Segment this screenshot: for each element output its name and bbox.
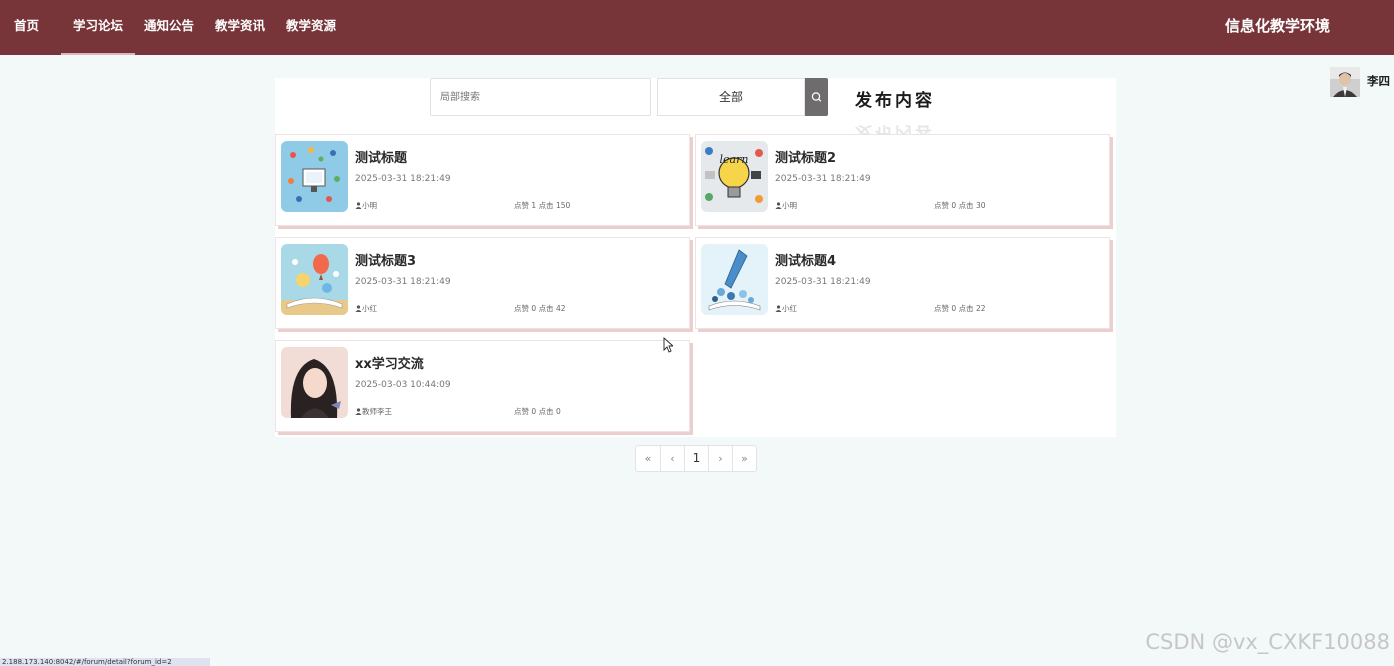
post-date: 2025-03-31 18:21:49 bbox=[775, 277, 871, 287]
search-button[interactable] bbox=[805, 78, 828, 116]
post-author-name: 小红 bbox=[362, 304, 377, 313]
page-last-button[interactable]: » bbox=[732, 446, 756, 471]
post-thumbnail bbox=[281, 347, 348, 418]
page-first-button[interactable]: « bbox=[636, 446, 660, 471]
user-icon bbox=[355, 305, 362, 312]
post-thumbnail bbox=[281, 141, 348, 212]
post-title[interactable]: xx学习交流 bbox=[355, 353, 424, 372]
clicks-label: 点击 bbox=[958, 304, 974, 313]
nav-item-notices[interactable]: 通知公告 bbox=[144, 0, 194, 55]
nav-item-news[interactable]: 教学资讯 bbox=[215, 0, 265, 55]
post-stats: 点赞 0 点击 0 bbox=[514, 406, 561, 417]
nav-item-forum[interactable]: 学习论坛 bbox=[60, 0, 136, 55]
likes-count: 0 bbox=[951, 304, 957, 313]
post-title[interactable]: 测试标题 bbox=[355, 147, 407, 166]
mouse-cursor-icon bbox=[663, 337, 673, 353]
likes-label: 点赞 bbox=[934, 201, 949, 210]
post-date: 2025-03-31 18:21:49 bbox=[355, 277, 451, 287]
clicks-count: 0 bbox=[555, 407, 561, 416]
post-card[interactable]: 测试标题3 2025-03-31 18:21:49 小红 点赞 0 点击 42 bbox=[275, 237, 690, 329]
post-stats: 点赞 1 点击 150 bbox=[514, 200, 570, 211]
page-number-button[interactable]: 1 bbox=[684, 446, 708, 471]
user-icon bbox=[775, 202, 782, 209]
user-name[interactable]: 李四 bbox=[1367, 73, 1390, 89]
user-menu[interactable]: 李四 bbox=[1330, 67, 1394, 97]
post-thumbnail bbox=[281, 244, 348, 315]
top-nav: 首页 学习论坛 通知公告 教学资讯 教学资源 信息化教学环境 bbox=[0, 0, 1394, 55]
post-card[interactable]: xx学习交流 2025-03-03 10:44:09 教师李王 点赞 0 点击 … bbox=[275, 340, 690, 432]
likes-count: 0 bbox=[951, 201, 957, 210]
clicks-label: 点击 bbox=[538, 407, 554, 416]
post-author: 小红 bbox=[775, 303, 797, 314]
post-card[interactable]: 测试标题 2025-03-31 18:21:49 小明 点赞 1 点击 150 bbox=[275, 134, 690, 226]
post-thumbnail: learn bbox=[701, 141, 768, 212]
forum-panel: 全部 发布内容 发布内容 测试标题 2025-03-31 18:21:49 小明 bbox=[275, 78, 1116, 437]
likes-label: 点赞 bbox=[514, 407, 529, 416]
post-stats: 点赞 0 点击 42 bbox=[514, 303, 566, 314]
nav-item-home[interactable]: 首页 bbox=[14, 0, 39, 55]
publish-button[interactable]: 发布内容 bbox=[855, 86, 935, 111]
post-author: 小红 bbox=[355, 303, 377, 314]
post-stats: 点赞 0 点击 22 bbox=[934, 303, 986, 314]
post-author: 小明 bbox=[355, 200, 377, 211]
post-card[interactable]: learn 测试标题2 2025-03-31 18:21:49 小明 点赞 0 … bbox=[695, 134, 1110, 226]
category-select[interactable]: 全部 bbox=[657, 78, 805, 116]
post-date: 2025-03-31 18:21:49 bbox=[775, 174, 871, 184]
clicks-count: 22 bbox=[975, 304, 986, 313]
post-author: 小明 bbox=[775, 200, 797, 211]
post-author: 教师李王 bbox=[355, 406, 392, 417]
search-input[interactable] bbox=[430, 78, 651, 116]
post-thumbnail bbox=[701, 244, 768, 315]
post-stats: 点赞 0 点击 30 bbox=[934, 200, 986, 211]
likes-count: 0 bbox=[531, 304, 537, 313]
search-icon bbox=[811, 92, 822, 102]
likes-count: 1 bbox=[531, 201, 537, 210]
clicks-count: 30 bbox=[975, 201, 986, 210]
watermark: CSDN @vx_CXKF10088 bbox=[1145, 630, 1390, 654]
likes-label: 点赞 bbox=[514, 304, 529, 313]
post-title[interactable]: 测试标题4 bbox=[775, 250, 836, 269]
likes-count: 0 bbox=[531, 407, 537, 416]
user-icon bbox=[355, 202, 362, 209]
status-bar-url: 2.188.173.140:8042/#/forum/detail?forum_… bbox=[0, 658, 210, 666]
svg-text:learn: learn bbox=[720, 153, 749, 166]
avatar[interactable] bbox=[1330, 67, 1360, 97]
clicks-count: 42 bbox=[555, 304, 566, 313]
likes-label: 点赞 bbox=[934, 304, 949, 313]
page-next-button[interactable]: › bbox=[708, 446, 732, 471]
pagination: « ‹ 1 › » bbox=[635, 445, 757, 472]
nav-item-resources[interactable]: 教学资源 bbox=[286, 0, 336, 55]
post-author-name: 小明 bbox=[782, 201, 797, 210]
clicks-label: 点击 bbox=[538, 304, 554, 313]
post-author-name: 小红 bbox=[782, 304, 797, 313]
clicks-label: 点击 bbox=[958, 201, 974, 210]
post-card[interactable]: 测试标题4 2025-03-31 18:21:49 小红 点赞 0 点击 22 bbox=[695, 237, 1110, 329]
site-brand: 信息化教学环境 bbox=[1224, 17, 1330, 35]
user-icon bbox=[355, 408, 362, 415]
post-date: 2025-03-31 18:21:49 bbox=[355, 174, 451, 184]
user-icon bbox=[775, 305, 782, 312]
post-date: 2025-03-03 10:44:09 bbox=[355, 380, 451, 390]
clicks-count: 150 bbox=[555, 201, 571, 210]
post-title[interactable]: 测试标题3 bbox=[355, 250, 416, 269]
clicks-label: 点击 bbox=[538, 201, 554, 210]
post-author-name: 教师李王 bbox=[362, 407, 392, 416]
post-author-name: 小明 bbox=[362, 201, 377, 210]
post-title[interactable]: 测试标题2 bbox=[775, 147, 836, 166]
page-prev-button[interactable]: ‹ bbox=[660, 446, 684, 471]
likes-label: 点赞 bbox=[514, 201, 529, 210]
